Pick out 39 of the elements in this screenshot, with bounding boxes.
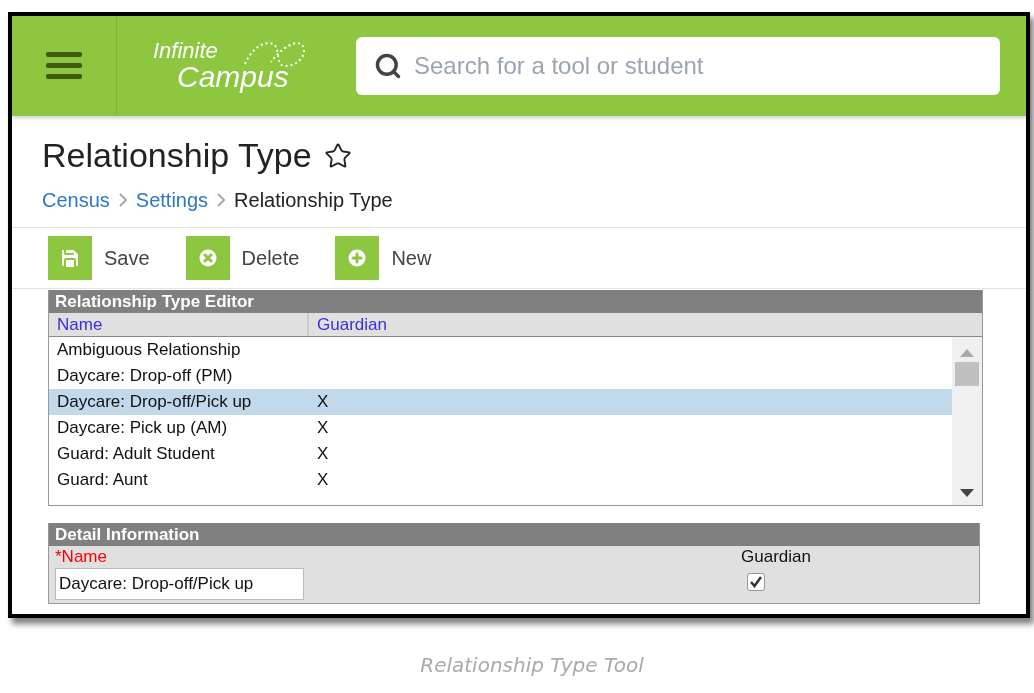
- panel-header: Detail Information: [49, 523, 979, 546]
- breadcrumb-link[interactable]: Settings: [135, 185, 209, 215]
- name-field[interactable]: Daycare: Drop-off/Pick up: [55, 568, 304, 600]
- search-icon: [374, 52, 402, 80]
- toolbar-button[interactable]: New: [335, 236, 432, 280]
- table-cell-text: Daycare: Drop-off/Pick up: [56, 391, 253, 414]
- guardian-checkbox[interactable]: [746, 573, 765, 591]
- toolbar-button[interactable]: Delete: [185, 236, 300, 280]
- breadcrumb-current: Relationship Type: [234, 188, 393, 213]
- field-label: *Name: [55, 546, 108, 568]
- logo-text: Campus: [177, 62, 289, 92]
- check-icon: [749, 576, 762, 588]
- scroll-up-icon[interactable]: [960, 349, 974, 357]
- scrollbar[interactable]: [952, 337, 982, 505]
- table-cell-text: Daycare: Drop-off (PM): [56, 365, 234, 388]
- table-cell-text: X: [316, 417, 330, 440]
- scroll-thumb[interactable]: [955, 362, 979, 386]
- menu-icon: [46, 52, 82, 80]
- table-cell-text: Guard: Adult Student: [56, 443, 216, 466]
- table-cell-text: X: [316, 443, 330, 466]
- column-header[interactable]: Guardian: [309, 313, 982, 336]
- table-cell-text: X: [316, 391, 330, 414]
- chevron-icon: [117, 193, 128, 207]
- page-title: Relationship Type: [42, 135, 312, 176]
- caption: Relationship Type Tool: [420, 652, 644, 679]
- panel-header: Relationship Type Editor: [49, 290, 982, 313]
- table-cell-text: Daycare: Pick up (AM): [56, 417, 229, 440]
- field-label: Guardian: [741, 546, 811, 568]
- star-icon[interactable]: [323, 141, 352, 170]
- toolbar-button[interactable]: Save: [48, 236, 150, 280]
- table-row[interactable]: Daycare: Drop-off/Pick up X: [49, 389, 952, 415]
- table-cell-text: Guard: Aunt: [56, 469, 149, 492]
- logo-text: Infinite: [153, 40, 219, 62]
- chevron-icon: [216, 193, 227, 207]
- scroll-down-icon[interactable]: [960, 489, 974, 497]
- table-cell-text: X: [316, 469, 330, 492]
- search-field[interactable]: Search for a tool or student: [356, 37, 1000, 95]
- table-cell-text: Ambiguous Relationship: [56, 339, 242, 362]
- breadcrumb-link[interactable]: Census: [42, 185, 110, 215]
